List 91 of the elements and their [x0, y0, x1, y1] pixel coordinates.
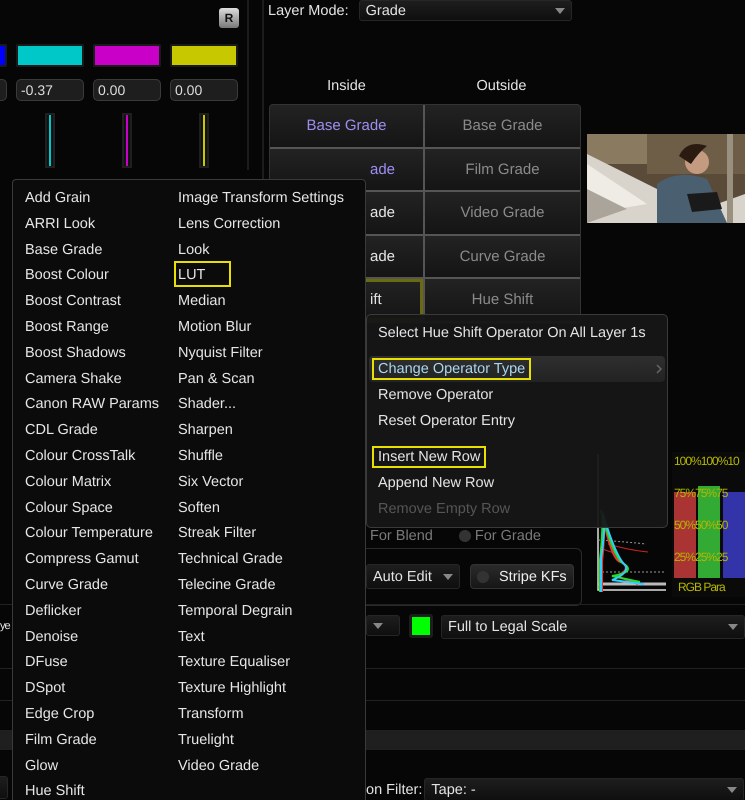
scope-scale-label: 50%50%50	[674, 518, 728, 532]
menu-item[interactable]: Film Grade	[21, 726, 101, 752]
menu-item[interactable]: Telecine Grade	[174, 570, 280, 597]
menu-item[interactable]: CDL Grade	[21, 416, 102, 442]
value-field[interactable]: 0.00	[170, 79, 238, 101]
dropdown-caret-icon	[727, 786, 738, 792]
menu-item[interactable]: Video Grade	[174, 752, 264, 778]
column-header: Inside	[326, 78, 367, 94]
scope-scale-label: 100%100%10	[674, 454, 739, 468]
menu-item[interactable]: Temporal Degrain	[174, 596, 296, 623]
scope-scale-label: 75%75%75	[674, 486, 728, 500]
menu-item[interactable]: Boost Shadows	[21, 338, 130, 365]
menu-item[interactable]: Append New Row	[369, 470, 665, 496]
grade-cell[interactable]: Film Grade	[425, 148, 580, 192]
menu-item[interactable]: Texture Equaliser	[174, 648, 294, 674]
menu-item[interactable]: Edge Crop	[21, 700, 98, 726]
menu-item[interactable]: Boost Contrast	[21, 287, 125, 313]
dropdown-caret-icon	[373, 622, 383, 628]
menu-item[interactable]: Median	[174, 287, 230, 313]
menu-item[interactable]: Text	[174, 622, 209, 648]
menu-item[interactable]: Remove Operator	[369, 382, 665, 408]
colour-swatch[interactable]	[16, 44, 84, 67]
slider-track[interactable]	[199, 113, 209, 168]
menu-item[interactable]: Canon RAW Params	[21, 390, 164, 416]
grade-cell[interactable]: Base Grade	[270, 105, 425, 148]
menu-item[interactable]: ARRI Look	[21, 210, 100, 236]
cut-label: ye	[0, 620, 10, 632]
colour-swatch[interactable]	[170, 44, 238, 67]
menu-item[interactable]: Colour CrossTalk	[21, 442, 140, 468]
menu-item[interactable]: Look	[174, 236, 214, 262]
menu-item[interactable]: Transform	[174, 700, 248, 726]
scope-scale-label: 25%25%25	[674, 550, 728, 564]
menu-item[interactable]: Colour Temperature	[21, 519, 157, 546]
menu-item[interactable]: Change Operator Type	[369, 356, 665, 382]
filter-dropdown[interactable]: Tape: -	[424, 778, 744, 800]
menu-item[interactable]: Nyquist Filter	[174, 338, 267, 365]
slider-track[interactable]	[122, 113, 132, 168]
dropdown-caret-icon	[443, 574, 453, 580]
menu-item[interactable]: Streak Filter	[174, 519, 260, 546]
auto-edit-dropdown[interactable]: Auto Edit	[366, 564, 460, 589]
scope-title: RGB Para	[678, 580, 725, 594]
menu-item[interactable]: Motion Blur	[174, 312, 256, 339]
reset-button[interactable]: R	[219, 8, 239, 28]
dropdown-caret-icon	[728, 624, 738, 630]
menu-item[interactable]: Curve Grade	[21, 570, 112, 597]
blend-option[interactable]: For Blend	[370, 528, 433, 544]
menu-item[interactable]: Insert New Row	[369, 444, 665, 470]
grade-cell[interactable]: Curve Grade	[425, 236, 580, 279]
value-field[interactable]: -0.37	[16, 79, 84, 101]
menu-item[interactable]: Lens Correction	[174, 210, 284, 236]
menu-item[interactable]: Boost Range	[21, 312, 113, 339]
menu-item[interactable]: Shader...	[174, 390, 240, 416]
layer-mode-dropdown[interactable]: Grade	[358, 0, 572, 21]
slider-track[interactable]	[45, 113, 55, 168]
menu-item[interactable]: Camera Shake	[21, 364, 126, 390]
menu-item[interactable]: Sharpen	[174, 416, 237, 442]
menu-item[interactable]: Technical Grade	[174, 545, 287, 571]
blend-option[interactable]: For Grade	[458, 528, 541, 544]
menu-item[interactable]: Colour Space	[21, 494, 117, 520]
column-header: Outside	[476, 78, 528, 94]
menu-item[interactable]: Compress Gamut	[21, 545, 143, 571]
menu-item[interactable]: Base Grade	[21, 236, 106, 262]
menu-item[interactable]: Truelight	[174, 726, 238, 752]
layer-mode-label: Layer Mode:	[268, 2, 349, 18]
menu-item[interactable]: Deflicker	[21, 596, 86, 623]
menu-item[interactable]: Glow	[21, 752, 62, 778]
menu-item[interactable]: Reset Operator Entry	[369, 408, 665, 434]
menu-item[interactable]: DSpot	[21, 674, 70, 700]
colour-swatch[interactable]	[93, 44, 161, 67]
menu-item[interactable]: Add Grain	[21, 184, 94, 210]
menu-item[interactable]: Texture Highlight	[174, 674, 290, 700]
menu-item[interactable]: DFuse	[21, 648, 72, 674]
menu-item[interactable]: Select Hue Shift Operator On All Layer 1s	[369, 320, 665, 346]
menu-item[interactable]: LUT	[174, 261, 232, 288]
menu-item[interactable]: Pan & Scan	[174, 364, 259, 390]
menu-item[interactable]: Boost Colour	[21, 261, 113, 288]
menu-item[interactable]: Six Vector	[174, 468, 248, 494]
grade-cell[interactable]: Base Grade	[425, 105, 580, 148]
dropdown[interactable]	[366, 615, 400, 636]
value-field[interactable]: 0.00	[93, 79, 161, 101]
scale-dropdown[interactable]: Full to Legal Scale	[441, 615, 745, 639]
menu-item[interactable]: Soften	[174, 494, 224, 520]
grade-cell[interactable]: Video Grade	[425, 192, 580, 236]
dropdown-caret-icon	[554, 8, 565, 14]
menu-item[interactable]: Hue Shift	[21, 777, 89, 800]
filter-label: on Filter:	[366, 782, 422, 798]
stripe-kfs-button[interactable]: Stripe KFs	[470, 564, 574, 589]
menu-item[interactable]: Shuffle	[174, 442, 227, 468]
menu-item[interactable]: Denoise	[21, 622, 82, 648]
colour-swatch[interactable]	[409, 614, 433, 638]
menu-item[interactable]: Colour Matrix	[21, 468, 116, 494]
